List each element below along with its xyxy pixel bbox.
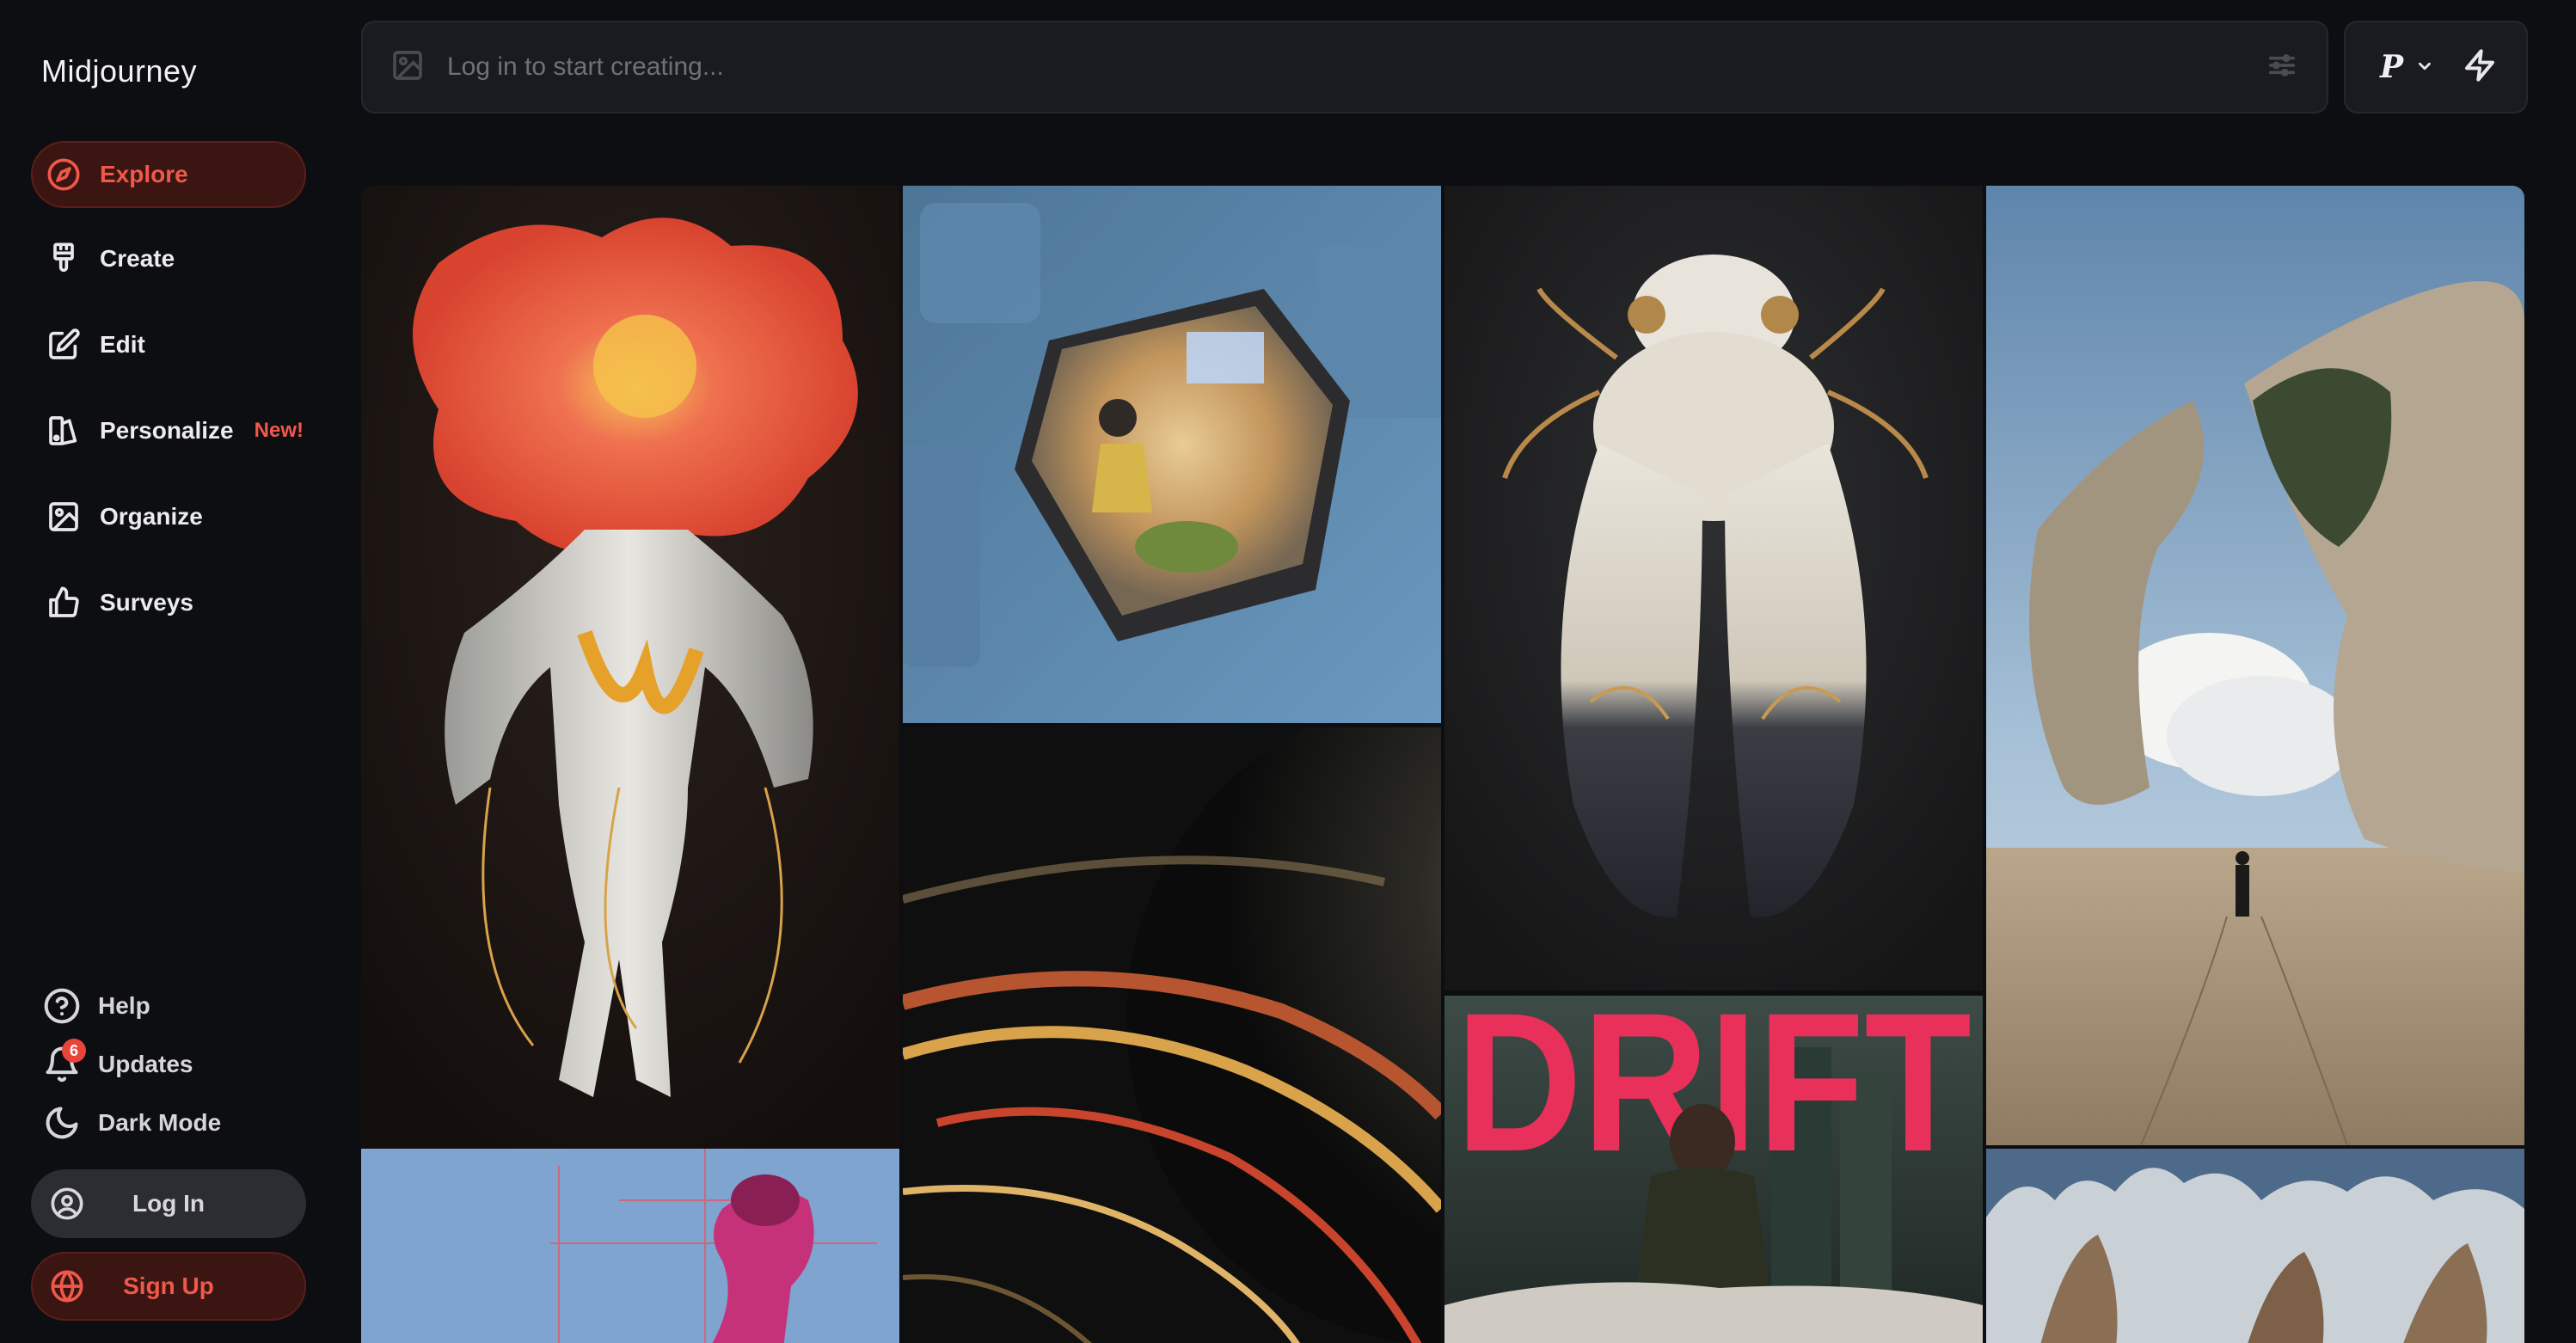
moon-icon: [41, 1102, 83, 1144]
edit-icon: [45, 326, 83, 364]
sidebar-item-edit[interactable]: Edit: [31, 311, 306, 378]
brand-logo[interactable]: Midjourney: [41, 53, 197, 89]
gallery-image-ringed-planet[interactable]: [903, 727, 1441, 1343]
sidebar-item-surveys[interactable]: Surveys: [31, 569, 306, 636]
sidebar-item-label: Edit: [100, 331, 145, 358]
sidebar-item-create[interactable]: Create: [31, 225, 306, 292]
add-image-icon[interactable]: [390, 48, 428, 86]
user-circle-icon: [48, 1185, 86, 1223]
lightning-bolt-icon[interactable]: [2463, 48, 2500, 86]
prompt-input[interactable]: [445, 22, 2165, 112]
sidebar-item-explore[interactable]: Explore: [31, 141, 306, 208]
sidebar: Midjourney Explore Create Edit Personali…: [0, 0, 327, 1343]
thumbs-up-icon: [45, 584, 83, 622]
bell-icon: 6: [41, 1039, 86, 1085]
settings-sliders-icon[interactable]: [2265, 48, 2303, 86]
log-in-button[interactable]: Log In: [31, 1169, 306, 1238]
paintbrush-icon: [45, 240, 83, 278]
gallery-image-drift-poster[interactable]: DRIFT: [1444, 996, 1983, 1343]
updates-link[interactable]: 6 Updates: [41, 1039, 299, 1089]
image-icon: [45, 498, 83, 536]
sidebar-item-organize[interactable]: Organize: [31, 483, 306, 550]
sidebar-item-label: Organize: [100, 503, 203, 530]
sign-up-button[interactable]: Sign Up: [31, 1252, 306, 1321]
help-link[interactable]: Help: [41, 982, 299, 1030]
help-circle-icon: [41, 985, 83, 1027]
explore-gallery: DRIFT: [361, 186, 2524, 1343]
help-label: Help: [98, 992, 150, 1019]
globe-icon: [48, 1267, 86, 1305]
gallery-image-flower-figure[interactable]: [361, 186, 899, 1149]
dark-mode-label: Dark Mode: [98, 1109, 222, 1136]
gallery-image-rock-face-desert[interactable]: [1986, 186, 2524, 1145]
sidebar-item-label: Explore: [100, 161, 188, 187]
tools-box: P: [2344, 21, 2528, 113]
dark-mode-toggle[interactable]: Dark Mode: [41, 1099, 299, 1147]
sidebar-item-label: Surveys: [100, 589, 193, 616]
sidebar-item-label: Personalize: [100, 417, 234, 444]
new-badge: New!: [254, 419, 304, 442]
sidebar-item-personalize[interactable]: Personalize New!: [31, 397, 306, 464]
gallery-image-cicada[interactable]: [1444, 186, 1983, 990]
sidebar-item-label: Create: [100, 245, 175, 272]
prompt-bar: [361, 21, 2328, 113]
profile-version-selector[interactable]: P: [2380, 49, 2436, 85]
personalize-icon: [45, 412, 83, 450]
gallery-image-keycap-diorama[interactable]: [903, 186, 1441, 723]
compass-icon: [45, 156, 83, 193]
profile-letter: P: [2380, 49, 2404, 85]
gallery-image-pink-profile[interactable]: [361, 1149, 899, 1343]
gallery-image-snowy-spires[interactable]: [1986, 1149, 2524, 1343]
chevron-down-icon: [2415, 57, 2436, 77]
updates-label: Updates: [98, 1051, 193, 1077]
updates-count-badge: 6: [62, 1039, 86, 1063]
